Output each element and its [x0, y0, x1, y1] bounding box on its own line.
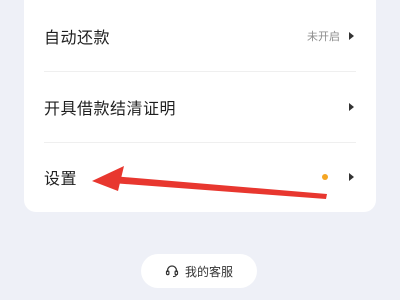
- notification-dot: [322, 174, 328, 180]
- menu-item-settlement-certificate[interactable]: 开具借款结清证明: [24, 71, 376, 142]
- auto-repay-status: 未开启: [307, 29, 340, 43]
- chevron-right-icon: [349, 31, 354, 40]
- menu-item-auto-repay[interactable]: 自动还款 未开启: [24, 0, 376, 71]
- menu-item-label: 开具借款结清证明: [44, 98, 177, 118]
- menu-item-label: 自动还款: [44, 27, 111, 47]
- menu-item-settings[interactable]: 设置: [24, 142, 376, 212]
- customer-service-label: 我的客服: [184, 264, 233, 279]
- chevron-right-icon: [349, 173, 354, 181]
- headset-icon: [165, 265, 179, 278]
- chevron-right-icon: [349, 102, 354, 111]
- screen: 自动还款 未开启 开具借款结清证明 设置 我的客服: [0, 0, 400, 300]
- menu-item-label: 设置: [44, 169, 78, 188]
- settings-card: 自动还款 未开启 开具借款结清证明 设置: [24, 0, 376, 212]
- customer-service-button[interactable]: 我的客服: [141, 254, 257, 288]
